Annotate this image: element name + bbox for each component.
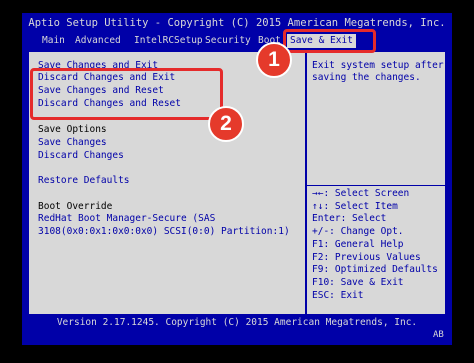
key-select-screen: →←: Select Screen	[312, 188, 410, 199]
boot-device-option[interactable]: RedHat Boot Manager-Secure (SAS	[38, 213, 215, 225]
help-text-line2: saving the changes.	[312, 72, 421, 83]
corner-code: AB	[433, 330, 444, 340]
tab-advanced[interactable]: Advanced	[75, 33, 121, 49]
key-legend: →←: Select Screen ↑↓: Select Item Enter:…	[312, 188, 438, 302]
save-options-heading: Save Options	[38, 124, 107, 135]
callout-box-discard-options	[30, 68, 223, 120]
bios-title: Aptio Setup Utility - Copyright (C) 2015…	[28, 17, 446, 29]
key-save-exit: F10: Save & Exit	[312, 276, 404, 288]
key-change-opt: +/-: Change Opt.	[312, 226, 404, 238]
boot-override-heading: Boot Override	[38, 201, 113, 212]
save-changes-option[interactable]: Save Changes	[38, 137, 107, 149]
callout-box-save-exit	[283, 29, 376, 53]
tab-main[interactable]: Main	[42, 33, 65, 49]
key-select-item: ↑↓: Select Item	[312, 200, 398, 212]
callout-badge-2: 2	[208, 106, 244, 142]
restore-defaults-option[interactable]: Restore Defaults	[38, 175, 130, 187]
tab-security[interactable]: Security	[205, 33, 251, 49]
key-optimized-defaults: F9: Optimized Defaults	[312, 264, 438, 276]
discard-changes-option[interactable]: Discard Changes	[38, 150, 124, 162]
boot-device-option-line2[interactable]: 3108(0x0:0x1:0x0:0x0) SCSI(0:0) Partitio…	[38, 226, 290, 238]
key-previous-values: F2: Previous Values	[312, 251, 421, 263]
tab-intelrcsetup[interactable]: IntelRCSetup	[134, 33, 203, 49]
menu-bar: Main Advanced IntelRCSetup Security Boot…	[22, 33, 452, 49]
key-esc-exit: ESC: Exit	[312, 289, 364, 301]
help-text-line1: Exit system setup after	[312, 60, 444, 71]
callout-badge-1: 1	[256, 42, 292, 78]
help-divider	[307, 185, 445, 186]
key-general-help: F1: General Help	[312, 238, 404, 250]
key-enter: Enter: Select	[312, 213, 387, 225]
version-footer: Version 2.17.1245. Copyright (C) 2015 Am…	[56, 317, 418, 328]
